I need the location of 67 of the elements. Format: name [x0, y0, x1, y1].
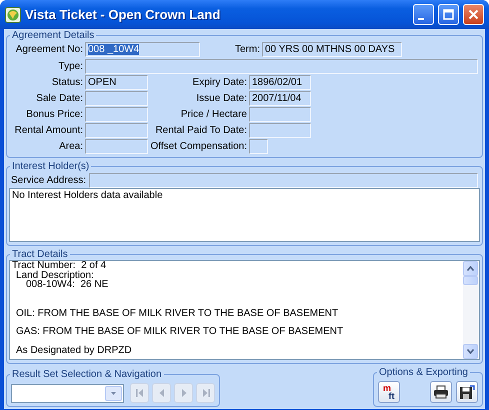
- unit-conversion-button[interactable]: m ft: [378, 381, 400, 403]
- text-line: GAS: FROM THE BASE OF MILK RIVER TO THE BASE OF BASEMENT: [16, 327, 344, 337]
- text-field[interactable]: [249, 138, 268, 154]
- first-page-icon: [134, 388, 145, 398]
- scroll-thumb[interactable]: [463, 276, 478, 285]
- text-line: Land Description:: [16, 270, 94, 280]
- text-field[interactable]: [85, 106, 148, 122]
- field-label: Agreement No:: [14, 44, 84, 54]
- text-field[interactable]: [249, 106, 311, 122]
- field-value: OPEN: [88, 76, 116, 88]
- field-label: Type:: [58, 60, 84, 72]
- field-label: Area:: [58, 140, 84, 152]
- text-field[interactable]: [85, 58, 478, 74]
- field-value: 1896/02/01: [252, 76, 302, 88]
- print-button[interactable]: [430, 381, 452, 403]
- close-icon: [468, 9, 479, 20]
- last-page-icon: [200, 388, 211, 398]
- group-title: Result Set Selection & Navigation: [12, 369, 162, 380]
- field-label: Bonus Price:: [25, 108, 84, 120]
- group-title: Agreement Details: [12, 30, 94, 41]
- field-label: Offset Compensation:: [149, 140, 248, 152]
- group-title: Options & Exporting: [379, 367, 468, 378]
- field-value: 008 _10W4: [88, 44, 140, 54]
- field-value: 2007/11/04: [252, 92, 302, 104]
- field-label: Sale Date:: [35, 92, 84, 104]
- text-line: OIL: FROM THE BASE OF MILK RIVER TO THE BASE OF BASEMENT: [16, 308, 338, 318]
- text-field[interactable]: 2007/11/04: [249, 90, 311, 106]
- field-label: Price / Hectare: [180, 108, 248, 120]
- export-button[interactable]: [456, 381, 478, 403]
- maximize-icon: [443, 9, 454, 20]
- window-title: Vista Ticket - Open Crown Land: [25, 7, 222, 22]
- text-field[interactable]: [249, 122, 311, 138]
- text-field[interactable]: [85, 122, 148, 138]
- text-field[interactable]: [89, 172, 478, 188]
- field-label: Issue Date:: [195, 92, 248, 104]
- field-label: Rental Amount:: [14, 124, 84, 136]
- field-value: 00 YRS 00 MTHNS 00 DAYS: [265, 44, 395, 54]
- text-field[interactable]: OPEN: [85, 74, 148, 90]
- scroll-up-button[interactable]: [463, 261, 478, 276]
- field-label: Expiry Date:: [192, 76, 248, 88]
- scrollbar[interactable]: [463, 261, 479, 359]
- field-label: Rental Paid To Date:: [154, 124, 248, 136]
- text-line: As Designated by DRPZD: [16, 346, 132, 356]
- scroll-down-button[interactable]: [463, 344, 478, 359]
- close-button[interactable]: [463, 4, 484, 25]
- group-title: Interest Holder(s): [12, 161, 90, 172]
- maximize-button[interactable]: [438, 4, 459, 25]
- down-caret-icon: [467, 349, 474, 354]
- text-field[interactable]: [85, 90, 148, 106]
- minimize-icon: [418, 18, 424, 20]
- field-label: Term:: [234, 44, 261, 54]
- text-field[interactable]: 008 _10W4: [85, 42, 200, 56]
- app-icon: [5, 6, 21, 22]
- up-caret-icon: [467, 266, 474, 271]
- text-line: Tract Number: 2 of 4: [12, 261, 106, 271]
- text-line: 008-10W4: 26 NE: [26, 280, 108, 290]
- text-field[interactable]: [85, 138, 148, 154]
- printer-icon: [433, 385, 449, 399]
- group-title: Tract Details: [12, 249, 68, 260]
- text-field[interactable]: 00 YRS 00 MTHNS 00 DAYS: [262, 42, 402, 56]
- dropdown-caret-icon: [111, 392, 116, 394]
- list-message: No Interest Holders data available: [12, 190, 164, 201]
- minimize-button[interactable]: [413, 4, 434, 25]
- text-field[interactable]: 1896/02/01: [249, 74, 311, 90]
- field-label: Service Address:: [11, 174, 88, 186]
- field-label: Status:: [50, 76, 84, 88]
- result-set-dropdown[interactable]: [11, 384, 124, 402]
